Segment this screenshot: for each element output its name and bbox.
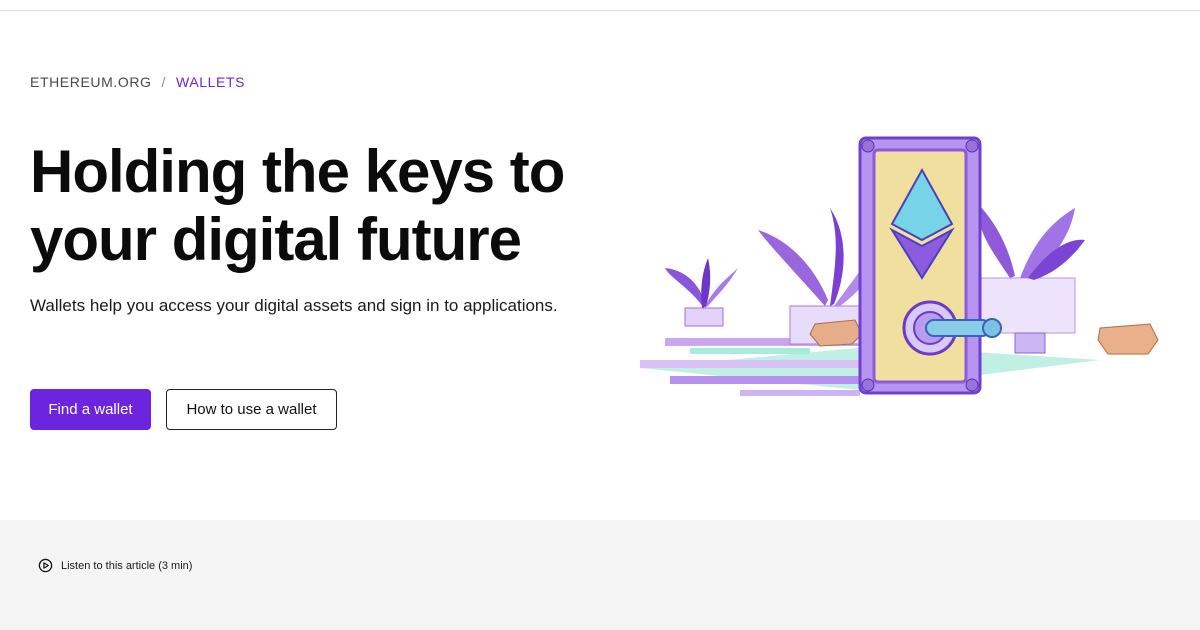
article-tools-section: Listen to this article (3 min): [0, 520, 1200, 630]
breadcrumb-current-link[interactable]: WALLETS: [176, 74, 245, 90]
listen-to-article-button[interactable]: Listen to this article (3 min): [38, 558, 192, 573]
header-divider: [0, 10, 1200, 11]
wallet-door-illustration: [640, 136, 1159, 396]
find-wallet-button[interactable]: Find a wallet: [30, 389, 151, 430]
listen-label: Listen to this article (3 min): [61, 559, 193, 572]
play-circle-icon: [38, 558, 53, 573]
breadcrumb: ETHEREUM.ORG / WALLETS: [30, 74, 245, 90]
page-title: Holding the keys to your digital future: [30, 138, 565, 273]
breadcrumb-home-link[interactable]: ETHEREUM.ORG: [30, 74, 152, 90]
breadcrumb-separator: /: [161, 74, 167, 90]
hero-subtitle: Wallets help you access your digital ass…: [30, 296, 558, 315]
how-to-use-wallet-button[interactable]: How to use a wallet: [166, 389, 337, 430]
